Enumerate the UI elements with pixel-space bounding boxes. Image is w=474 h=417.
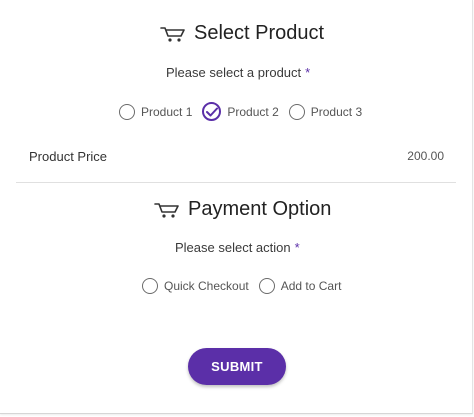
product-prompt: Please select a product * — [166, 65, 310, 80]
radio-circle[interactable] — [142, 278, 158, 294]
product-prompt-text: Please select a product — [166, 65, 302, 80]
required-mark: * — [305, 65, 311, 80]
quick-checkout-label: Quick Checkout — [164, 279, 249, 293]
cart-icon — [154, 201, 180, 219]
select-product-heading: Select Product — [160, 22, 324, 45]
payment-radio-group: Quick Checkout Add to Cart — [142, 278, 341, 294]
cart-icon — [160, 25, 186, 43]
product-1-radio[interactable]: Product 1 — [119, 103, 193, 120]
product-1-label: Product 1 — [141, 104, 193, 119]
add-to-cart-radio[interactable]: Add to Cart — [258, 278, 342, 294]
check-icon — [206, 107, 219, 117]
submit-button[interactable]: SUBMIT — [188, 348, 286, 385]
radio-circle-checked[interactable] — [202, 102, 222, 121]
payment-prompt: Please select action * — [175, 240, 300, 255]
product-radio-group: Product 1 Product 2 Product 3 — [119, 102, 362, 121]
quick-checkout-radio[interactable]: Quick Checkout — [142, 278, 249, 294]
product-2-label: Product 2 — [227, 104, 279, 119]
product-3-label: Product 3 — [310, 104, 363, 119]
section-divider — [16, 182, 456, 183]
product-price-value: 200.00 — [407, 149, 444, 163]
required-mark: * — [294, 240, 300, 255]
payment-prompt-text: Please select action — [175, 240, 291, 255]
payment-option-title: Payment Option — [188, 198, 332, 220]
radio-circle[interactable] — [258, 278, 275, 294]
product-price-label: Product Price — [29, 149, 108, 164]
product-3-radio[interactable]: Product 3 — [288, 103, 363, 120]
product-2-radio[interactable]: Product 2 — [202, 102, 279, 121]
radio-circle[interactable] — [119, 103, 135, 120]
radio-circle[interactable] — [288, 103, 305, 120]
select-product-title: Select Product — [194, 22, 325, 44]
add-to-cart-label: Add to Cart — [280, 279, 342, 293]
payment-option-heading: Payment Option — [154, 198, 331, 221]
